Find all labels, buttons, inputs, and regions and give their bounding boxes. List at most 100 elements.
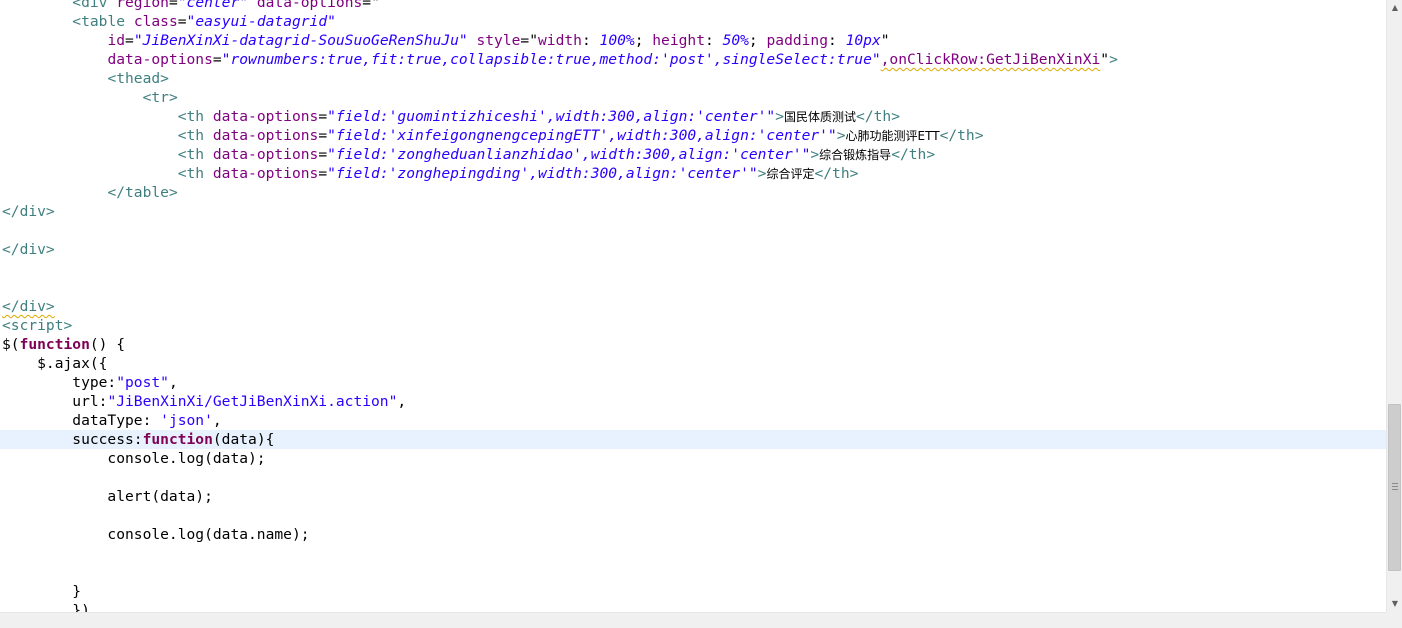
code-line[interactable]: <th data-options="field:'zongheduanlianz… [2, 145, 1386, 164]
horizontal-scrollbar[interactable] [0, 612, 1386, 628]
code-line[interactable]: </div> [2, 240, 1386, 259]
code-token: </th> [814, 165, 859, 182]
code-line[interactable]: ​ [2, 468, 1386, 487]
code-line[interactable]: ​ [2, 259, 1386, 278]
code-token: " [880, 32, 890, 49]
code-token: width [538, 32, 582, 49]
code-token: function [142, 431, 213, 448]
code-line[interactable]: ​ [2, 221, 1386, 240]
code-line[interactable]: dataType: 'json', [2, 411, 1386, 430]
code-line[interactable]: console.log(data.name); [2, 525, 1386, 544]
code-token: <th [177, 108, 213, 125]
code-line[interactable]: ​ [2, 563, 1386, 582]
code-token: = [318, 127, 328, 144]
code-token: </div> [2, 298, 55, 315]
code-line[interactable]: data-options="rownumbers:true,fit:true,c… [2, 50, 1386, 69]
code-line[interactable]: url:"JiBenXinXi/GetJiBenXinXi.action", [2, 392, 1386, 411]
code-line[interactable]: } [2, 582, 1386, 601]
code-token: type: [2, 374, 117, 391]
code-token: > [810, 146, 820, 163]
code-token: id [107, 32, 126, 49]
scroll-up-arrow-icon[interactable]: ▲ [1387, 0, 1402, 16]
code-token: </th> [939, 127, 984, 144]
code-line[interactable]: <tr> [2, 88, 1386, 107]
code-token: 50% [722, 32, 749, 49]
code-token: "easyui-datagrid" [186, 13, 336, 30]
code-token: (data){ [212, 431, 275, 448]
code-token: region [116, 0, 169, 11]
code-token: = [318, 108, 328, 125]
scrollbar-corner [1386, 612, 1402, 628]
code-token: </th> [856, 108, 900, 125]
code-line[interactable]: </div> [2, 202, 1386, 221]
code-line-current[interactable]: success:function(data){ [0, 430, 1386, 449]
scrollbar-thumb[interactable] [1388, 404, 1401, 571]
code-token: "JiBenXinXi-datagrid-SouSuoGeRenShuJu" [133, 32, 468, 49]
code-token: url: [2, 393, 108, 410]
code-token: </table> [107, 184, 178, 201]
code-line[interactable]: id = "JiBenXinXi-datagrid-SouSuoGeRenShuJu… [2, 31, 1386, 50]
code-token: : [581, 32, 600, 49]
code-line[interactable]: ​ [2, 506, 1386, 525]
code-token: > [836, 127, 846, 144]
code-token: "field:'guomintizhiceshi',width:300,alig… [327, 108, 776, 125]
code-line[interactable]: <th data-options="field:'guomintizhicesh… [2, 107, 1386, 126]
code-token: data-options [212, 108, 319, 125]
code-line[interactable]: </table> [2, 183, 1386, 202]
code-token: ,onClickRow:GetJiBenXinXi [880, 51, 1101, 68]
code-line[interactable]: </div> [2, 297, 1386, 316]
code-line[interactable]: type:"post", [2, 373, 1386, 392]
code-token: 综合锻炼指导 [819, 148, 892, 162]
code-token: " [529, 32, 539, 49]
code-token: "rownumbers:true,fit:true,collapsible:tr… [221, 51, 881, 68]
code-token: "post" [116, 374, 169, 391]
code-line[interactable]: <thead> [2, 69, 1386, 88]
code-token: 10px [845, 32, 881, 49]
code-token: "center" [177, 0, 249, 11]
code-line[interactable]: <div region="center" data-options=" [2, 0, 1386, 12]
code-token: <th [177, 127, 213, 144]
code-line[interactable]: }) [2, 601, 1386, 612]
code-token: dataType: [2, 412, 161, 429]
code-token: = [520, 32, 530, 49]
code-token: class [133, 13, 178, 30]
code-line[interactable]: <th data-options="field:'zonghepingding'… [2, 164, 1386, 183]
code-token: success: [2, 431, 143, 448]
code-line[interactable]: ​ [2, 544, 1386, 563]
vertical-scrollbar[interactable]: ▲ ▼ [1386, 0, 1402, 612]
scroll-down-arrow-icon[interactable]: ▼ [1387, 596, 1402, 612]
code-token: </th> [891, 146, 936, 163]
code-token: function [19, 336, 90, 353]
code-line[interactable]: alert(data); [2, 487, 1386, 506]
code-line[interactable]: <th data-options="field:'xinfeigongnengc… [2, 126, 1386, 145]
code-line[interactable]: <script> [2, 316, 1386, 335]
code-line[interactable]: <table class="easyui-datagrid" [2, 12, 1386, 31]
code-token: "field:'xinfeigongnengcepingETT',width:3… [327, 127, 837, 144]
code-line[interactable]: $.ajax({ [2, 354, 1386, 373]
code-token: <thead> [107, 70, 169, 87]
code-line[interactable]: $(function() { [2, 335, 1386, 354]
code-token: : [828, 32, 846, 49]
code-line[interactable]: ​ [2, 278, 1386, 297]
code-token: <div [72, 0, 117, 11]
code-line[interactable]: console.log(data); [2, 449, 1386, 468]
code-area[interactable]: <div region="center" data-options=" <tab… [0, 0, 1386, 612]
code-token: , [212, 412, 222, 429]
code-token: } [2, 583, 82, 600]
code-token: ; [634, 32, 653, 49]
code-editor[interactable]: <div region="center" data-options=" <tab… [0, 0, 1386, 612]
code-token: </div> [2, 203, 55, 220]
code-token: height [652, 32, 705, 49]
code-token: , [168, 374, 178, 391]
code-token: , [397, 393, 407, 410]
code-token: "JiBenXinXi/GetJiBenXinXi.action" [107, 393, 398, 410]
